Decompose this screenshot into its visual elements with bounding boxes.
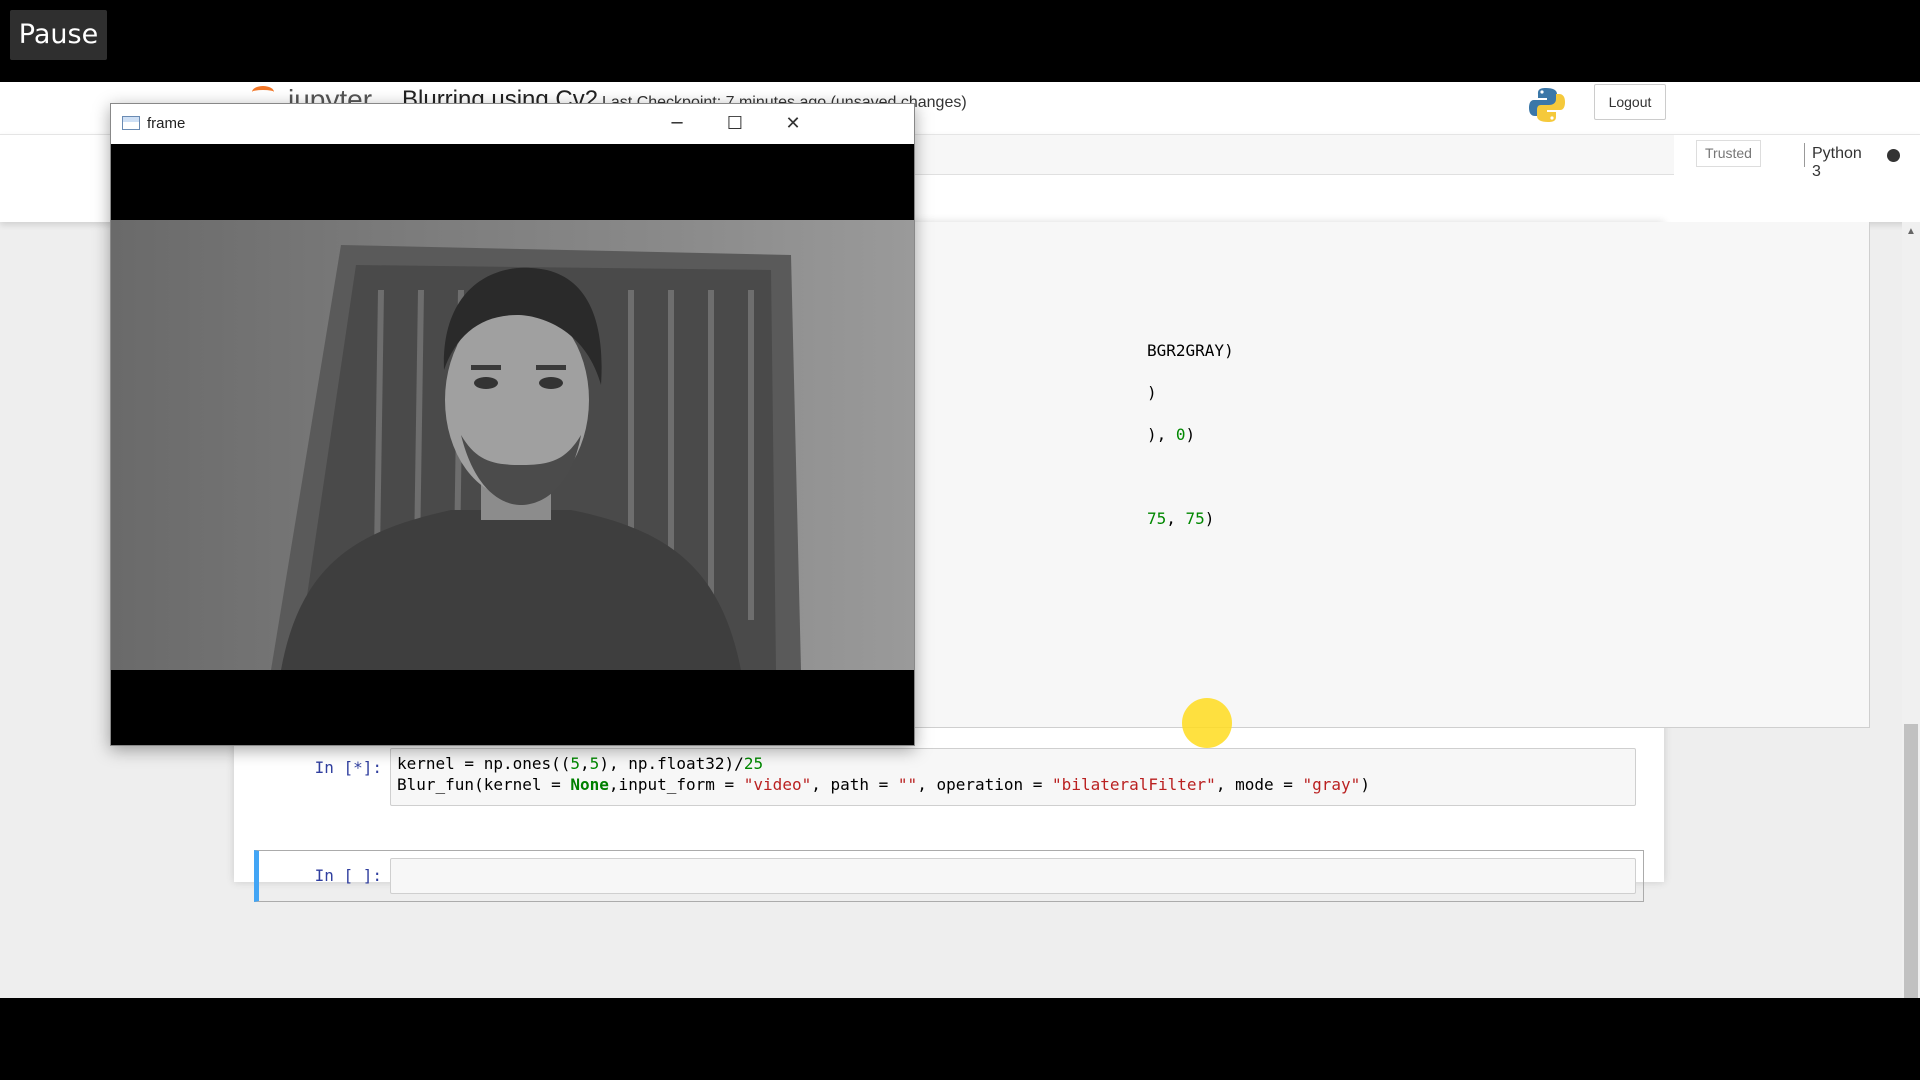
opencv-frame-window[interactable]: frame ─ ☐ ✕ <box>110 103 915 746</box>
code-cell[interactable]: In [ ]: <box>234 856 1636 896</box>
trusted-indicator[interactable]: Trusted <box>1696 140 1761 167</box>
kernel-name: Python 3 <box>1812 145 1862 180</box>
grayscale-webcam-scene <box>271 245 801 670</box>
scroll-up-icon[interactable]: ▲ <box>1906 226 1916 237</box>
logout-button[interactable]: Logout <box>1594 84 1666 120</box>
maximize-icon[interactable]: ☐ <box>715 110 755 138</box>
window-titlebar[interactable]: frame ─ ☐ ✕ <box>111 104 914 144</box>
python-logo-icon <box>1529 88 1565 122</box>
code-line: BGR2GRAY) <box>1147 341 1234 360</box>
webcam-image <box>111 220 914 670</box>
cell-input[interactable]: kernel = np.ones((5,5), np.float32)/25 Bl… <box>390 748 1636 806</box>
close-icon[interactable]: ✕ <box>773 110 813 138</box>
pause-button[interactable]: Pause <box>10 10 107 60</box>
cell-prompt: In [*]: <box>314 758 382 777</box>
code-line: Blur_fun(kernel = None,input_form = "vid… <box>397 775 1370 794</box>
window-app-icon <box>122 116 140 130</box>
code-line: 75, 75) <box>1147 509 1215 528</box>
cell-input[interactable] <box>390 858 1636 894</box>
cursor-highlight <box>1182 698 1232 748</box>
cell-prompt: In [ ]: <box>314 866 382 885</box>
code-line: kernel = np.ones((5,5), np.float32)/25 <box>397 754 764 773</box>
window-title: frame <box>147 115 186 132</box>
scroll-thumb[interactable] <box>1904 724 1918 998</box>
kernel-separator <box>1804 143 1805 167</box>
minimize-icon[interactable]: ─ <box>657 110 697 138</box>
jupyter-logo-icon[interactable] <box>252 86 274 98</box>
video-frame <box>111 144 914 745</box>
code-line: ), 0) <box>1147 425 1196 444</box>
kernel-status-icon <box>1887 149 1900 162</box>
code-cell[interactable]: In [*]: kernel = np.ones((5,5), np.float… <box>234 748 1636 808</box>
code-line: ) <box>1147 383 1157 402</box>
page-scrollbar[interactable]: ▲ <box>1902 222 1920 998</box>
